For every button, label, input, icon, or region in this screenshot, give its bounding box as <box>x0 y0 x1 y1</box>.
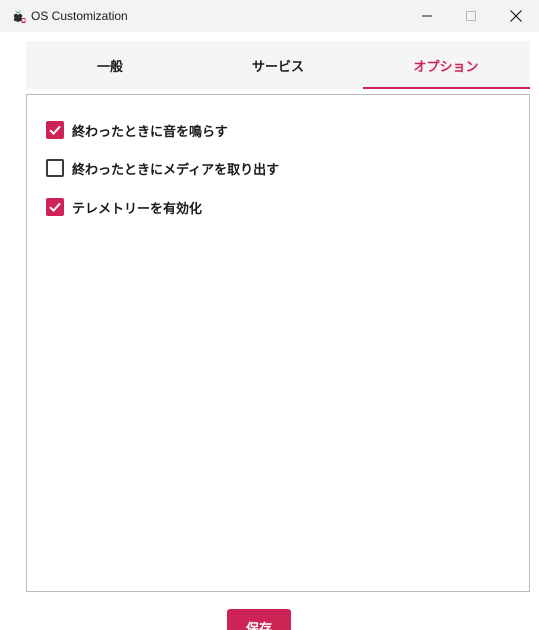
option-eject-media[interactable]: 終わったときにメディアを取り出す <box>46 158 279 178</box>
active-tab-indicator <box>363 87 530 89</box>
window-title: OS Customization <box>31 9 128 23</box>
checkbox-eject-media[interactable] <box>46 159 64 177</box>
option-label-telemetry: テレメトリーを有効化 <box>72 201 203 217</box>
os-customization-window: OS Customization 一般 サービス オプション 終わったときに音を… <box>0 0 539 630</box>
checkbox-telemetry[interactable] <box>46 198 64 216</box>
save-button[interactable]: 保存 <box>227 609 291 630</box>
tab-general[interactable]: 一般 <box>26 41 194 89</box>
checkmark-icon <box>49 125 61 136</box>
option-label-eject-media: 終わったときにメディアを取り出す <box>72 162 280 178</box>
close-icon <box>510 10 522 22</box>
title-bar[interactable]: OS Customization <box>0 0 539 32</box>
maximize-icon <box>466 11 476 21</box>
option-play-sound[interactable]: 終わったときに音を鳴らす <box>46 120 228 140</box>
option-telemetry[interactable]: テレメトリーを有効化 <box>46 197 202 217</box>
checkmark-icon <box>49 202 61 213</box>
checkbox-play-sound[interactable] <box>46 121 64 139</box>
tab-options[interactable]: オプション <box>362 41 530 89</box>
tab-bar: 一般 サービス オプション <box>26 41 530 89</box>
options-panel: 終わったときに音を鳴らす 終わったときにメディアを取り出す テレメトリーを有効化 <box>26 94 530 592</box>
option-label-play-sound: 終わったときに音を鳴らす <box>72 124 228 140</box>
raspberry-pi-icon <box>10 8 26 24</box>
tab-services[interactable]: サービス <box>194 41 362 89</box>
minimize-button[interactable] <box>404 0 450 32</box>
minimize-icon <box>422 15 432 17</box>
close-button[interactable] <box>493 0 539 32</box>
maximize-button[interactable] <box>448 0 494 32</box>
